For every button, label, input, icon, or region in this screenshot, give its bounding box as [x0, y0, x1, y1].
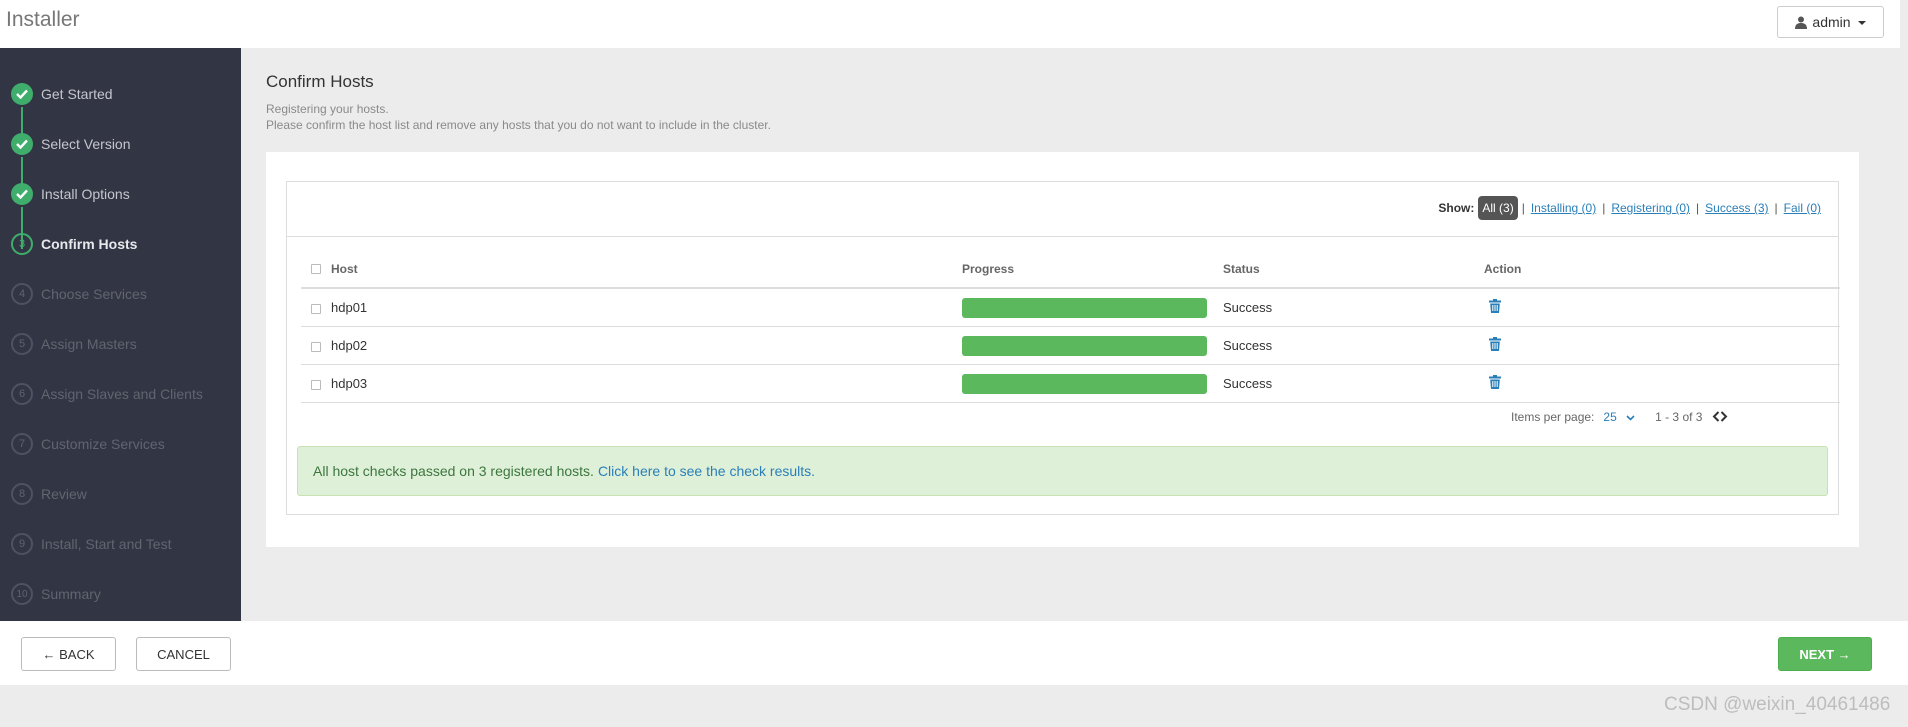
column-host: Host	[331, 261, 358, 276]
check-icon	[11, 183, 33, 205]
step-number: 9	[11, 533, 33, 555]
page-title: Confirm Hosts	[266, 72, 374, 91]
step-label: Confirm Hosts	[41, 236, 138, 252]
step-number: 8	[11, 483, 33, 505]
host-name: hdp01	[331, 300, 368, 315]
user-name: admin	[1812, 14, 1851, 30]
step-label: Choose Services	[41, 286, 147, 302]
user-icon	[1795, 16, 1808, 29]
chevron-right-icon[interactable]	[1720, 411, 1728, 422]
table-row: hdp01 Success	[301, 288, 1840, 327]
step-label: Customize Services	[41, 436, 165, 452]
step-assign-masters: 5 Assign Masters	[0, 329, 241, 359]
step-customize-services: 7 Customize Services	[0, 429, 241, 459]
page-subtitle: Registering your hosts.	[266, 102, 389, 116]
filter-installing[interactable]: Installing (0)	[1531, 201, 1596, 215]
trash-icon[interactable]	[1489, 375, 1501, 392]
table-row: hdp02 Success	[301, 326, 1840, 365]
items-per-page-select[interactable]: 25	[1603, 410, 1635, 424]
table-header-row: Host Progress Status Action	[301, 250, 1840, 289]
check-icon	[11, 133, 33, 155]
step-summary: 10 Summary	[0, 579, 241, 609]
column-progress: Progress	[962, 250, 1223, 289]
step-number: 5	[11, 333, 33, 355]
select-all-checkbox[interactable]	[311, 264, 321, 275]
page-range: 1 - 3 of 3	[1655, 410, 1703, 424]
check-results-link[interactable]: Click here to see the check results.	[598, 463, 815, 479]
step-label: Review	[41, 486, 87, 502]
next-button[interactable]: NEXT →	[1778, 637, 1872, 671]
filter-separator: |	[1602, 201, 1606, 215]
step-select-version[interactable]: Select Version	[0, 129, 241, 159]
host-status: Success	[1223, 364, 1484, 403]
filter-registering[interactable]: Registering (0)	[1611, 201, 1690, 215]
filter-fail[interactable]: Fail (0)	[1784, 201, 1821, 215]
trash-icon[interactable]	[1489, 337, 1501, 354]
step-assign-slaves: 6 Assign Slaves and Clients	[0, 379, 241, 409]
alert-text: All host checks passed on 3 registered h…	[313, 463, 594, 479]
column-status: Status	[1223, 250, 1484, 289]
hosts-box: Show: All (3) | Installing (0) | Registe…	[286, 181, 1840, 515]
wizard-footer: ← BACK CANCEL NEXT →	[0, 621, 1908, 685]
progress-bar	[962, 373, 1207, 394]
host-checks-alert: All host checks passed on 3 registered h…	[297, 446, 1828, 496]
filter-success[interactable]: Success (3)	[1705, 201, 1768, 215]
filter-separator: |	[1521, 201, 1525, 215]
items-per-page-label: Items per page:	[1511, 410, 1595, 424]
page-description: Please confirm the host list and remove …	[266, 118, 771, 132]
column-action: Action	[1484, 250, 1840, 289]
step-install-options[interactable]: Install Options	[0, 179, 241, 209]
wizard-sidebar: Get Started Select Version Install Optio…	[0, 48, 241, 621]
step-review: 8 Review	[0, 479, 241, 509]
step-number: 10	[11, 583, 33, 605]
app-title: Installer	[6, 8, 80, 31]
host-status: Success	[1223, 288, 1484, 327]
step-confirm-hosts: 3 Confirm Hosts	[0, 229, 241, 259]
step-label: Assign Slaves and Clients	[41, 386, 203, 402]
row-checkbox[interactable]	[311, 379, 321, 390]
cancel-button[interactable]: CANCEL	[136, 637, 231, 671]
step-install-start-test: 9 Install, Start and Test	[0, 529, 241, 559]
step-label: Get Started	[41, 86, 113, 102]
step-number: 4	[11, 283, 33, 305]
user-menu-button[interactable]: admin	[1777, 6, 1884, 38]
caret-down-icon	[1857, 21, 1866, 25]
chevron-down-icon	[1626, 415, 1635, 421]
back-button[interactable]: ← BACK	[21, 637, 116, 671]
filter-bar: Show: All (3) | Installing (0) | Registe…	[287, 182, 1838, 237]
host-name: hdp03	[331, 376, 368, 391]
progress-bar	[962, 297, 1207, 318]
row-checkbox[interactable]	[311, 303, 321, 314]
progress-bar	[962, 335, 1207, 356]
filter-all[interactable]: All (3)	[1478, 196, 1518, 220]
step-label: Install, Start and Test	[41, 536, 172, 552]
main-panel: Show: All (3) | Installing (0) | Registe…	[266, 152, 1859, 547]
hosts-table: Host Progress Status Action hdp01 Succes…	[301, 250, 1840, 403]
step-label: Select Version	[41, 136, 131, 152]
filter-separator: |	[1774, 201, 1778, 215]
pagination: Items per page: 25 1 - 3 of 3	[1511, 409, 1728, 425]
filter-show-label: Show:	[1438, 201, 1475, 215]
check-icon	[11, 83, 33, 105]
host-status: Success	[1223, 326, 1484, 365]
top-bar: Installer admin	[0, 0, 1900, 48]
step-choose-services: 4 Choose Services	[0, 279, 241, 309]
table-row: hdp03 Success	[301, 364, 1840, 403]
host-name: hdp02	[331, 338, 368, 353]
pager-nav	[1712, 409, 1728, 425]
filter-separator: |	[1696, 201, 1700, 215]
step-get-started[interactable]: Get Started	[0, 79, 241, 109]
watermark: CSDN @weixin_40461486	[1664, 694, 1891, 715]
step-number: 3	[11, 233, 33, 255]
step-number: 6	[11, 383, 33, 405]
step-label: Summary	[41, 586, 101, 602]
status-filters: Show: All (3) | Installing (0) | Registe…	[1438, 196, 1821, 220]
trash-icon[interactable]	[1489, 299, 1501, 316]
step-number: 7	[11, 433, 33, 455]
step-label: Install Options	[41, 186, 130, 202]
step-label: Assign Masters	[41, 336, 137, 352]
row-checkbox[interactable]	[311, 341, 321, 352]
chevron-left-icon[interactable]	[1712, 411, 1720, 422]
